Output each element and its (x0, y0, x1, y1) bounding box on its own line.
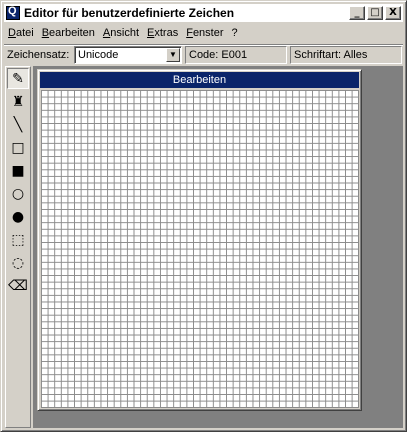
character-edit-grid[interactable] (41, 90, 359, 408)
code-display: Code: E001 (185, 45, 287, 64)
minimize-button[interactable]: _ (349, 6, 365, 20)
menu-bar: Datei Bearbeiten Ansicht Extras Fenster … (4, 24, 403, 42)
app-icon[interactable]: Q (6, 5, 20, 20)
brush-tool-icon[interactable]: ♜ (7, 91, 29, 112)
charset-value: Unicode (78, 48, 119, 61)
title-bar[interactable]: Q Editor für benutzerdefinierte Zeichen … (4, 4, 403, 22)
rect-select-tool-icon[interactable]: ⬚ (7, 229, 29, 250)
menu-help[interactable]: ? (228, 25, 242, 41)
charset-label: Zeichensatz: (7, 48, 70, 61)
menu-extras[interactable]: Extras (143, 25, 182, 41)
charset-select[interactable]: Unicode ▼ (74, 45, 182, 64)
maximize-button[interactable]: □ (367, 6, 383, 20)
toolbar: Zeichensatz: Unicode ▼ Code: E001 Schrif… (4, 44, 403, 64)
menu-bearbeiten[interactable]: Bearbeiten (38, 25, 99, 41)
tool-palette: ✎ ♜ ╲ □ ■ ○ ● ⬚ ◌ ⌫ (5, 66, 31, 428)
child-window-title[interactable]: Bearbeiten (40, 72, 359, 88)
ellipse-outline-tool-icon[interactable]: ○ (7, 183, 29, 204)
eraser-tool-icon[interactable]: ⌫ (7, 275, 29, 296)
menu-datei[interactable]: Datei (4, 25, 38, 41)
chevron-down-icon[interactable]: ▼ (166, 47, 180, 62)
line-tool-icon[interactable]: ╲ (7, 114, 29, 135)
ellipse-filled-tool-icon[interactable]: ● (7, 206, 29, 227)
pencil-tool-icon[interactable]: ✎ (7, 68, 29, 89)
app-window: Q Editor für benutzerdefinierte Zeichen … (0, 0, 407, 432)
rectangle-filled-tool-icon[interactable]: ■ (7, 160, 29, 181)
close-button[interactable]: X (385, 6, 401, 20)
freeform-select-tool-icon[interactable]: ◌ (7, 252, 29, 273)
window-title: Editor für benutzerdefinierte Zeichen (24, 6, 235, 20)
menu-fenster[interactable]: Fenster (182, 25, 227, 41)
menu-ansicht[interactable]: Ansicht (99, 25, 143, 41)
font-display: Schriftart: Alles (290, 45, 402, 64)
edit-child-window: Bearbeiten (37, 69, 362, 411)
rectangle-outline-tool-icon[interactable]: □ (7, 137, 29, 158)
mdi-workspace: Bearbeiten (33, 66, 403, 428)
